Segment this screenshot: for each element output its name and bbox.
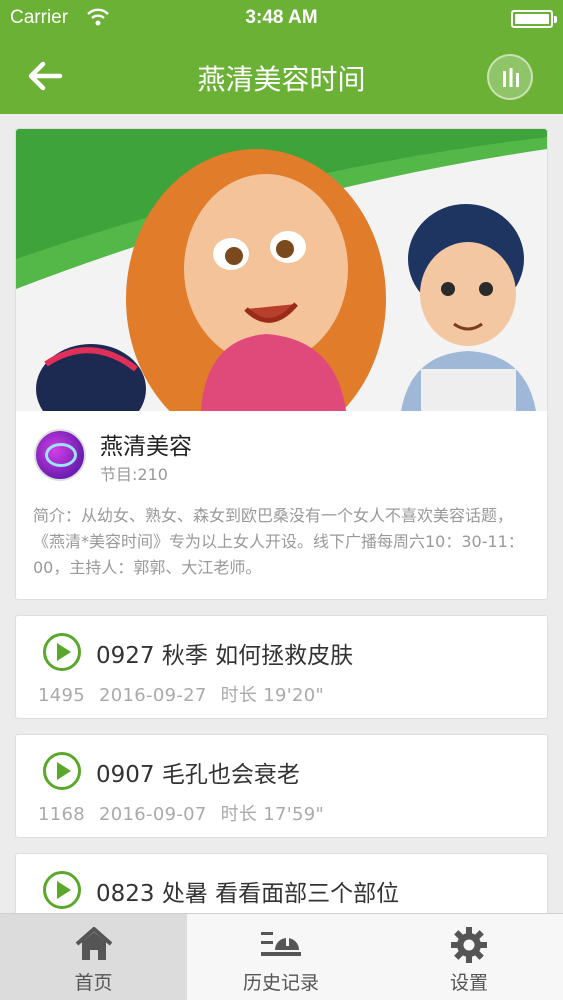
- tab-history[interactable]: 历史记录: [187, 914, 375, 1000]
- episode-duration: 时长 19'20": [220, 685, 325, 706]
- status-bar: Carrier 3:48 AM: [0, 0, 563, 38]
- episode-date: 2016-09-27: [99, 685, 207, 706]
- page-title: 燕清美容时间: [197, 63, 366, 96]
- episode-date: 2016-09-07: [99, 804, 207, 825]
- bars-icon: [503, 68, 519, 87]
- history-icon: [261, 932, 301, 956]
- episode-item[interactable]: 0823 处暑 看看面部三个部位: [15, 853, 548, 913]
- clock: 3:48 AM: [245, 7, 318, 28]
- episode-plays: 1168: [38, 804, 86, 825]
- home-icon: [75, 927, 112, 960]
- program-count: 节目:210: [100, 465, 168, 484]
- now-playing-button[interactable]: [487, 54, 533, 100]
- program-card: 燕清美容 节目:210 简介：从幼女、熟女、森女到欧巴桑没有一个女人不喜欢美容话…: [15, 128, 548, 600]
- play-icon[interactable]: [42, 751, 82, 791]
- content-scroll[interactable]: 燕清美容 节目:210 简介：从幼女、熟女、森女到欧巴桑没有一个女人不喜欢美容话…: [0, 114, 563, 913]
- tab-label: 历史记录: [242, 972, 319, 994]
- episode-item[interactable]: 0907 毛孔也会衰老 1168 2016-09-07 时长 17'59": [15, 734, 548, 838]
- tab-label: 首页: [74, 972, 113, 994]
- episode-duration: 时长 17'59": [220, 804, 325, 825]
- episode-plays: 1495: [38, 685, 86, 706]
- episode-title: 0907 毛孔也会衰老: [96, 762, 300, 788]
- program-avatar: [34, 429, 86, 481]
- tab-label: 设置: [449, 972, 488, 994]
- play-icon[interactable]: [42, 632, 82, 672]
- episode-title: 0823 处暑 看看面部三个部位: [96, 881, 400, 907]
- cover-image: [16, 129, 547, 411]
- episode-item[interactable]: 0927 秋季 如何拯救皮肤 1495 2016-09-27 时长 19'20": [15, 615, 548, 719]
- program-intro: 简介：从幼女、熟女、森女到欧巴桑没有一个女人不喜欢美容话题，《燕清*美容时间》专…: [33, 506, 524, 577]
- play-icon[interactable]: [42, 870, 82, 910]
- episode-meta: 1495 2016-09-27 时长 19'20": [38, 681, 338, 707]
- battery-icon: [511, 10, 557, 28]
- tab-bar: 首页 历史记录 设置: [0, 913, 563, 1000]
- episode-title: 0927 秋季 如何拯救皮肤: [96, 643, 354, 669]
- tab-settings[interactable]: 设置: [375, 914, 563, 1000]
- episode-meta: 1168 2016-09-07 时长 17'59": [38, 800, 338, 826]
- gear-icon: [451, 927, 487, 963]
- program-name: 燕清美容: [100, 434, 192, 460]
- tab-home[interactable]: 首页: [0, 914, 187, 1000]
- nav-bar: 燕清美容时间: [0, 38, 563, 114]
